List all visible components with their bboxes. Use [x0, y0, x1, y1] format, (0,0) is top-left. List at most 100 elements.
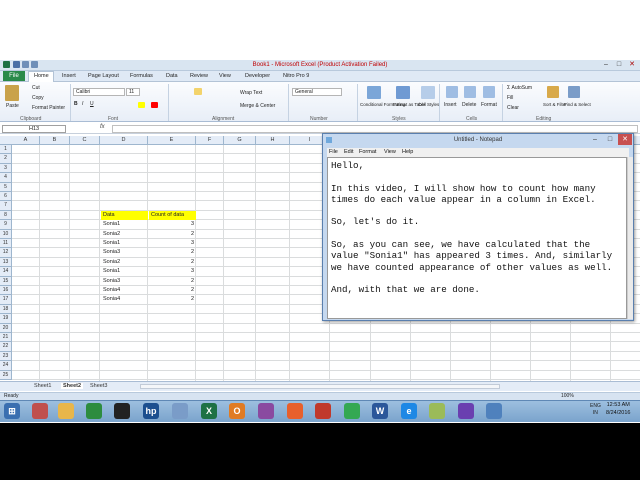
horizontal-scrollbar[interactable]	[140, 384, 500, 389]
sheet-tab-2[interactable]: Sheet2	[61, 383, 84, 389]
notepad-scrollbar[interactable]	[627, 157, 633, 319]
table-cell[interactable]: 2	[149, 258, 196, 267]
table-cell[interactable]: Sonia2	[101, 230, 148, 239]
ie-icon[interactable]: e	[401, 403, 417, 419]
table-cell[interactable]: Sonia1	[101, 239, 148, 248]
cut-button[interactable]: Cut	[32, 85, 40, 91]
tab-page-layout[interactable]: Page Layout	[88, 73, 119, 79]
menu-file[interactable]: File	[329, 149, 338, 155]
fill-button[interactable]: Fill	[507, 95, 513, 101]
table-header-cell[interactable]: Data	[101, 210, 148, 221]
format-as-table-icon[interactable]	[396, 86, 410, 99]
bold-button[interactable]: B	[74, 101, 78, 107]
tab-file[interactable]: File	[3, 71, 25, 81]
table-cell[interactable]: Sonia3	[101, 277, 148, 286]
notepad-maximize-button[interactable]: □	[603, 134, 617, 145]
hp-icon[interactable]: hp	[143, 403, 159, 419]
find-select-icon[interactable]	[568, 86, 580, 98]
italic-button[interactable]: I	[82, 101, 83, 107]
table-cell[interactable]: Sonia4	[101, 295, 148, 304]
outlook-icon[interactable]: O	[229, 403, 245, 419]
fx-icon[interactable]: fx	[100, 124, 105, 130]
table-header-cell[interactable]: Count of data	[149, 210, 196, 221]
close-button[interactable]: ✕	[626, 60, 638, 70]
row-header[interactable]: 23	[0, 351, 12, 362]
column-header[interactable]: D	[100, 136, 148, 145]
row-header[interactable]: 12	[0, 248, 12, 258]
table-cell[interactable]: 2	[149, 230, 196, 239]
row-header[interactable]: 24	[0, 361, 12, 371]
row-header[interactable]: 16	[0, 286, 12, 296]
row-header[interactable]: 11	[0, 239, 12, 249]
word-icon[interactable]: W	[372, 403, 388, 419]
menu-help[interactable]: Help	[402, 149, 413, 155]
system-clock[interactable]: 12:53 AM 8/24/2016	[606, 401, 630, 417]
table-cell[interactable]: Sonia4	[101, 286, 148, 295]
sheet-tab-1[interactable]: Sheet1	[34, 383, 51, 389]
row-header[interactable]: 14	[0, 267, 12, 277]
row-header[interactable]: 15	[0, 276, 12, 286]
underline-button[interactable]: U	[90, 101, 94, 107]
file-explorer-icon[interactable]	[58, 403, 74, 419]
app-icon-6[interactable]	[315, 403, 331, 419]
row-header[interactable]: 2	[0, 154, 12, 164]
tab-insert[interactable]: Insert	[62, 73, 76, 79]
orientation-icon[interactable]	[194, 88, 202, 95]
number-format-select[interactable]: General	[292, 88, 342, 96]
sort-filter-icon[interactable]	[547, 86, 559, 98]
menu-edit[interactable]: Edit	[344, 149, 353, 155]
zoom-level[interactable]: 100%	[561, 393, 574, 399]
app-icon-7[interactable]	[429, 403, 445, 419]
table-cell[interactable]: 3	[149, 267, 196, 276]
format-cells-button[interactable]: Format	[481, 102, 497, 108]
notepad-close-button[interactable]: ✕	[618, 134, 632, 145]
excel-taskbar-icon[interactable]: X	[201, 403, 217, 419]
row-header[interactable]: 18	[0, 304, 12, 315]
cell-styles-icon[interactable]	[421, 86, 435, 99]
formula-input[interactable]	[112, 125, 638, 133]
row-header[interactable]: 20	[0, 323, 12, 333]
cell-styles-button[interactable]: Cell Styles	[418, 102, 439, 107]
column-header[interactable]: F	[196, 136, 224, 145]
table-cell[interactable]: 2	[149, 277, 196, 286]
app-icon-8[interactable]	[458, 403, 474, 419]
table-cell[interactable]: 3	[149, 220, 196, 229]
notepad-text-area[interactable]: Hello, In this video, I will show how to …	[327, 157, 627, 319]
column-header[interactable]: G	[224, 136, 256, 145]
table-cell[interactable]: 2	[149, 295, 196, 304]
find-select-button[interactable]: Find & Select	[564, 102, 591, 107]
insert-cells-button[interactable]: Insert	[444, 102, 457, 108]
clear-button[interactable]: Clear	[507, 105, 519, 111]
format-cells-icon[interactable]	[483, 86, 495, 98]
table-cell[interactable]: Sonia3	[101, 248, 148, 257]
row-header[interactable]: 25	[0, 370, 12, 380]
font-name-select[interactable]: Calibri	[73, 88, 125, 96]
row-header[interactable]: 22	[0, 342, 12, 352]
tab-nitro[interactable]: Nitro Pro 9	[283, 73, 309, 79]
app-icon-3[interactable]	[114, 403, 130, 419]
tab-home[interactable]: Home	[34, 73, 49, 79]
row-header[interactable]: 6	[0, 192, 12, 202]
row-header[interactable]: 13	[0, 257, 12, 268]
row-header[interactable]: 3	[0, 163, 12, 174]
row-header[interactable]: 19	[0, 314, 12, 324]
column-header[interactable]: E	[148, 136, 196, 145]
language-indicator[interactable]: ENG IN	[590, 403, 601, 417]
firefox-icon[interactable]	[287, 403, 303, 419]
delete-cells-icon[interactable]	[464, 86, 476, 98]
row-header[interactable]: 9	[0, 220, 12, 230]
conditional-formatting-icon[interactable]	[367, 86, 381, 99]
column-header[interactable]: A	[12, 136, 40, 145]
row-header[interactable]: 7	[0, 201, 12, 211]
notepad-window[interactable]: Untitled - Notepad – □ ✕ File Edit Forma…	[322, 133, 634, 321]
paste-icon[interactable]	[5, 85, 19, 101]
font-color-icon[interactable]	[151, 102, 158, 108]
tab-review[interactable]: Review	[190, 73, 208, 79]
delete-cells-button[interactable]: Delete	[462, 102, 476, 108]
start-icon[interactable]: ⊞	[4, 403, 20, 419]
name-box[interactable]: H13	[2, 125, 66, 133]
notepad-taskbar-icon[interactable]	[486, 403, 502, 419]
row-header[interactable]: 5	[0, 182, 12, 192]
merge-center-button[interactable]: Merge & Center	[240, 103, 275, 109]
font-size-select[interactable]: 11	[126, 88, 140, 96]
